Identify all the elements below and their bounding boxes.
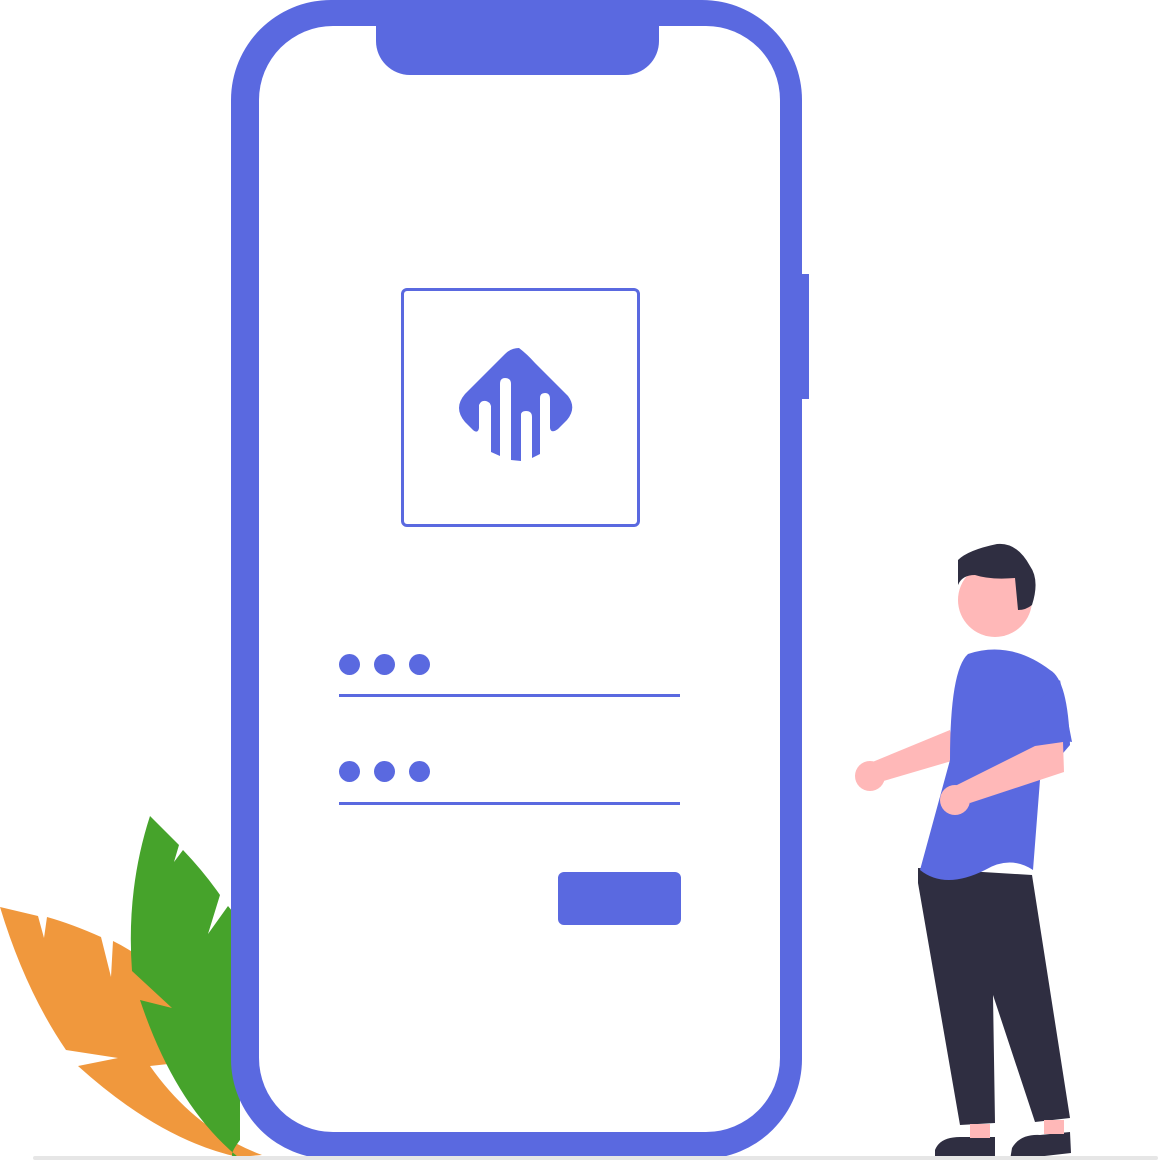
mask-dot [374,761,395,782]
mask-dot [409,761,430,782]
password-masked-value [339,761,430,783]
username-masked-value [339,654,430,676]
phone-screen [259,26,780,1132]
username-field[interactable] [339,694,680,697]
mask-dot [409,654,430,675]
login-illustration [0,0,1158,1162]
mask-dot [374,654,395,675]
password-field[interactable] [339,802,680,805]
ground-line [33,1156,1158,1160]
submit-button[interactable] [558,872,681,925]
mask-dot [339,761,360,782]
phone-side-button [800,274,809,399]
app-logo-icon [459,348,573,461]
person [855,543,1072,1160]
mask-dot [339,654,360,675]
phone-notch [376,0,659,75]
